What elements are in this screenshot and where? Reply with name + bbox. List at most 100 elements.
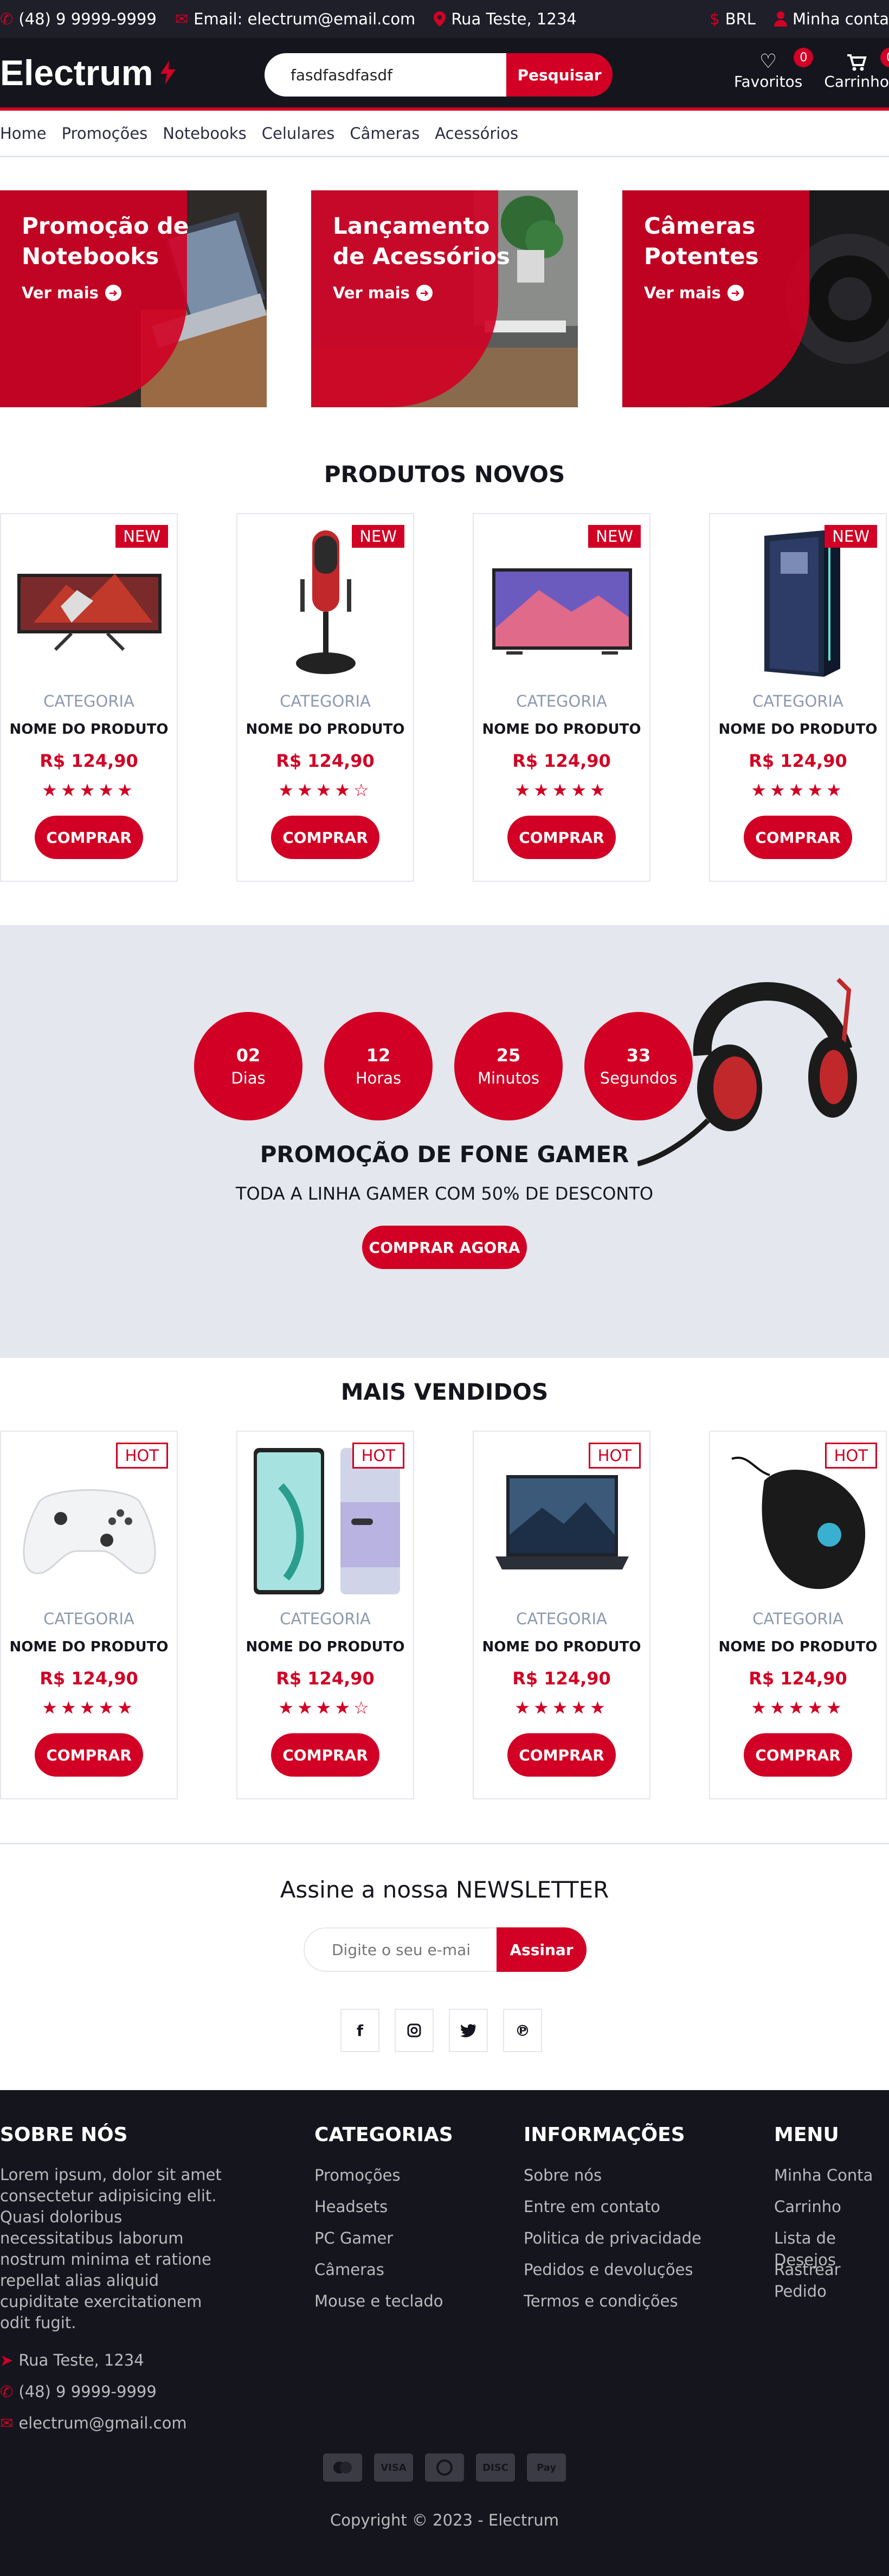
banner-notebooks[interactable]: Promoção de Notebooks Ver mais ➜ xyxy=(0,190,267,407)
buy-button[interactable]: COMPRAR xyxy=(744,1733,852,1777)
product-name[interactable]: NOME DO PRODUTO xyxy=(474,721,649,738)
footer-address-text: Rua Teste, 1234 xyxy=(18,2351,144,2369)
buy-button[interactable]: COMPRAR xyxy=(507,1733,616,1777)
new-badge: NEW xyxy=(588,525,641,548)
rating-stars: ★★★★★ xyxy=(42,1697,136,1718)
nav-promocoes[interactable]: Promoções xyxy=(62,124,148,143)
buy-now-button[interactable]: COMPRAR AGORA xyxy=(362,1226,527,1269)
buy-button[interactable]: COMPRAR xyxy=(271,816,379,859)
location-arrow-icon: ➤ xyxy=(0,2351,14,2369)
product-name[interactable]: NOME DO PRODUTO xyxy=(237,721,413,738)
product-name[interactable]: NOME DO PRODUTO xyxy=(710,721,886,738)
banner-cameras[interactable]: Câmeras Potentes Ver mais ➜ xyxy=(622,190,889,407)
footer-link[interactable]: Headsets xyxy=(314,2196,453,2227)
buy-button[interactable]: COMPRAR xyxy=(35,816,143,859)
footer-link[interactable]: Mouse e teclado xyxy=(314,2290,453,2322)
nav-celulares[interactable]: Celulares xyxy=(262,124,335,143)
footer-link[interactable]: PC Gamer xyxy=(314,2227,453,2259)
banner-more-link[interactable]: Ver mais ➜ xyxy=(22,284,121,302)
search-button[interactable]: Pesquisar xyxy=(506,53,613,97)
dollar-icon: $ xyxy=(710,10,720,28)
countdown-label: Dias xyxy=(231,1069,266,1087)
product-category: CATEGORIA xyxy=(280,692,371,710)
banner-acessorios[interactable]: Lançamento de Acessórios Ver mais ➜ xyxy=(311,190,578,407)
product-price: R$ 124,90 xyxy=(749,1668,847,1689)
product-price: R$ 124,90 xyxy=(749,751,847,771)
favorites-label: Favoritos xyxy=(733,73,803,91)
favorites-link[interactable]: ♡ Favoritos 0 xyxy=(733,48,814,91)
new-badge: NEW xyxy=(352,525,404,548)
footer-email[interactable]: ✉ electrum@gmail.com xyxy=(0,2407,233,2439)
product-card[interactable]: NEW CATEGORIA NOME DO PRODUTO R$ 124,90 … xyxy=(236,513,414,882)
search-form: Pesquisar xyxy=(265,53,613,97)
product-card[interactable]: HOT CATEGORIA NOME DO PRODUTO R$ 124,90 … xyxy=(473,1431,650,1799)
product-name[interactable]: NOME DO PRODUTO xyxy=(474,1639,649,1655)
footer-menu: MENU Minha Conta Carrinho Lista de Desej… xyxy=(774,2124,889,2301)
product-card[interactable]: HOT CATEGORIA NOME DO PRODUTO R$ 124,90 … xyxy=(0,1431,178,1799)
footer-link[interactable]: Politica de privacidade xyxy=(524,2227,701,2259)
topbar-email[interactable]: ✉ Email: electrum@email.com xyxy=(175,10,416,28)
new-badge: NEW xyxy=(824,525,877,548)
product-name[interactable]: NOME DO PRODUTO xyxy=(710,1639,886,1655)
product-price: R$ 124,90 xyxy=(276,1668,375,1689)
footer-menu-title: MENU xyxy=(774,2124,839,2146)
new-badge: NEW xyxy=(115,525,168,548)
envelope-icon: ✉ xyxy=(175,10,189,28)
product-name[interactable]: NOME DO PRODUTO xyxy=(1,721,177,738)
footer-link[interactable]: Termos e condições xyxy=(524,2290,701,2322)
buy-button[interactable]: COMPRAR xyxy=(507,816,616,859)
footer-link[interactable]: Carrinho xyxy=(774,2196,889,2227)
nav-home[interactable]: Home xyxy=(0,124,47,143)
footer-link[interactable]: Pedidos e devoluções xyxy=(524,2259,701,2290)
logo[interactable]: Electrum xyxy=(0,52,178,93)
buy-button[interactable]: COMPRAR xyxy=(271,1733,379,1777)
buy-button[interactable]: COMPRAR xyxy=(35,1733,143,1777)
footer-link[interactable]: Câmeras xyxy=(314,2259,453,2290)
nav-cameras[interactable]: Câmeras xyxy=(350,124,420,143)
product-name[interactable]: NOME DO PRODUTO xyxy=(1,1639,177,1655)
arrow-right-icon: ➜ xyxy=(105,285,121,301)
footer-address[interactable]: ➤ Rua Teste, 1234 xyxy=(0,2344,233,2376)
product-card[interactable]: NEW CATEGORIA NOME DO PRODUTO R$ 124,90 … xyxy=(709,513,887,882)
footer-phone[interactable]: ✆ (48) 9 9999-9999 xyxy=(0,2376,233,2407)
nav-notebooks[interactable]: Notebooks xyxy=(163,124,246,143)
footer-link[interactable]: Promoções xyxy=(314,2164,453,2196)
footer-link[interactable]: Entre em contato xyxy=(524,2196,701,2227)
countdown-label: Minutos xyxy=(477,1069,540,1087)
product-card[interactable]: NEW CATEGORIA NOME DO PRODUTO R$ 124,90 … xyxy=(0,513,178,882)
product-name[interactable]: NOME DO PRODUTO xyxy=(237,1639,413,1655)
main-header: Electrum Pesquisar ♡ Favoritos 0 Carrinh… xyxy=(0,38,889,111)
nav-acessorios[interactable]: Acessórios xyxy=(435,124,518,143)
product-card[interactable]: HOT CATEGORIA NOME DO PRODUTO R$ 124,90 … xyxy=(709,1431,887,1799)
facebook-icon[interactable]: f xyxy=(340,2009,379,2052)
product-card[interactable]: NEW CATEGORIA NOME DO PRODUTO R$ 124,90 … xyxy=(473,513,650,882)
account-link[interactable]: Minha conta xyxy=(774,10,889,28)
cart-link[interactable]: Carrinho 0 xyxy=(824,48,889,91)
banner-more-link[interactable]: Ver mais ➜ xyxy=(644,284,744,302)
footer-link[interactable]: Lista de Desejos xyxy=(774,2227,889,2269)
banner-title: Promoção de Notebooks xyxy=(22,213,189,270)
topbar-address[interactable]: Rua Teste, 1234 xyxy=(434,10,577,28)
footer-link[interactable]: Rastrear Pedido xyxy=(774,2259,889,2301)
product-card[interactable]: HOT CATEGORIA NOME DO PRODUTO R$ 124,90 … xyxy=(236,1431,414,1799)
diners-icon xyxy=(425,2453,464,2482)
footer-link[interactable]: Minha Conta xyxy=(774,2164,889,2196)
countdown-value: 02 xyxy=(236,1045,261,1066)
newsletter-form: Assinar xyxy=(304,1927,587,1972)
instagram-icon[interactable] xyxy=(395,2009,434,2052)
buy-button[interactable]: COMPRAR xyxy=(744,816,852,859)
newsletter-title: Assine a nossa NEWSLETTER xyxy=(280,1876,609,1903)
pinterest-icon[interactable]: ℗ xyxy=(503,2009,542,2052)
twitter-icon[interactable] xyxy=(449,2009,488,2052)
currency-selector[interactable]: $ BRL xyxy=(710,10,756,28)
footer-link[interactable]: Sobre nós xyxy=(524,2164,701,2196)
subscribe-button[interactable]: Assinar xyxy=(497,1927,587,1972)
topbar-phone[interactable]: ✆ (48) 9 9999-9999 xyxy=(0,10,157,28)
best-sellers-title: MAIS VENDIDOS xyxy=(340,1379,549,1405)
search-input[interactable] xyxy=(265,53,506,97)
countdown-minutes: 25 Minutos xyxy=(454,1012,563,1120)
footer-phone-text: (48) 9 9999-9999 xyxy=(18,2382,157,2401)
newsletter-email-input[interactable] xyxy=(304,1927,497,1972)
footer-categories-title: CATEGORIAS xyxy=(314,2124,453,2146)
banner-more-link[interactable]: Ver mais ➜ xyxy=(333,284,433,302)
